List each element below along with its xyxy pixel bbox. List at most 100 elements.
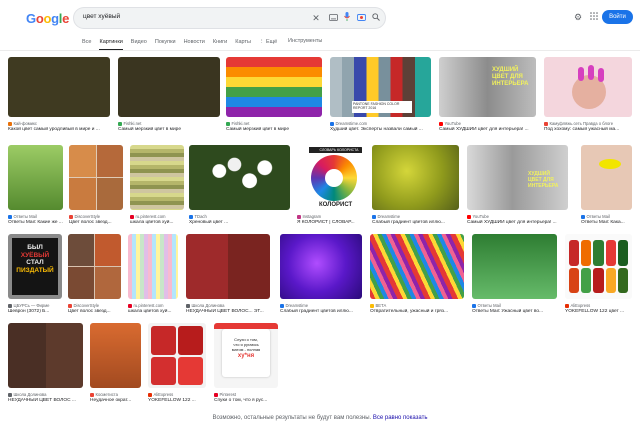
result-thumbnail[interactable] [544, 57, 632, 117]
result-title[interactable]: Хреновый цвет ... [189, 220, 290, 225]
result-thumbnail[interactable] [8, 145, 63, 210]
result-source[interactable]: Школа Долинова [8, 392, 83, 397]
tab-6[interactable]: Карты [235, 38, 251, 50]
result-thumbnail[interactable] [118, 57, 220, 117]
result-source[interactable]: Dreamstime [372, 214, 459, 219]
result-thumbnail[interactable] [186, 234, 270, 299]
result-thumbnail[interactable]: PANTONE FASHION COLOR REPORT 2016 [330, 57, 431, 117]
result-title[interactable]: Шеврон (3072) Б... [8, 309, 62, 314]
result-thumbnail[interactable] [8, 57, 110, 117]
result-title[interactable]: НЕУДАЧНЫЙ ЦВЕТ ВОЛОС... ЭТ... [186, 309, 270, 314]
result-thumbnail[interactable]: СЛОВАРЬ КОЛОРИСТА КОЛОРИСТ [297, 145, 362, 210]
result-thumbnail[interactable] [226, 57, 322, 117]
result-thumbnail[interactable]: Слухи о том, что я ругаюсь матом - полная х… [214, 323, 278, 388]
result-source[interactable]: Dreamstime.com [330, 121, 431, 126]
result-title[interactable]: шкала цветов хуй... [130, 220, 184, 225]
result-source[interactable]: TDach [189, 214, 290, 219]
result-thumbnail[interactable] [68, 234, 121, 299]
result-source[interactable]: ru.pinterest.com [130, 214, 184, 219]
result-title[interactable]: Ответы Mail: Какие же ... [8, 220, 63, 225]
result-title[interactable]: Ответы Mail: Ужасный цвет во... [472, 309, 557, 314]
result-source[interactable]: Кай-фомикс [8, 121, 110, 126]
google-logo[interactable]: Google [26, 11, 69, 26]
tab-4[interactable]: Новости [184, 38, 205, 50]
result-source[interactable]: Pinterest [214, 392, 278, 397]
apps-grid-icon[interactable] [588, 11, 600, 23]
tab-0[interactable]: Все [82, 38, 91, 50]
show-all-link[interactable]: Все равно показать [373, 415, 428, 421]
settings-gear-icon[interactable]: ⚙ [572, 11, 584, 23]
result-source[interactable]: ЦБУРСь — Фирме [8, 303, 62, 308]
microphone-icon[interactable] [341, 12, 353, 24]
result-thumbnail[interactable] [8, 323, 83, 388]
result-source[interactable]: YouTube [467, 214, 568, 219]
result-title[interactable]: Самый ХУДШИЙ цвет для интерьера! ... [467, 220, 568, 225]
result-source[interactable]: ВЕТА [370, 303, 464, 308]
result-thumbnail[interactable] [128, 234, 178, 299]
result-thumbnail[interactable]: ХУДШИЙ ЦВЕТ ДЛЯ ИНТЕРЬЕРА [439, 57, 536, 117]
tab-1[interactable]: Картинки [99, 38, 123, 50]
result-source[interactable]: Dreamstime [280, 303, 362, 308]
tab-7[interactable]: ⋮ Ещё [259, 38, 277, 50]
tab-2[interactable]: Видео [131, 38, 147, 50]
result-source[interactable]: YouTube [439, 121, 536, 126]
result-source[interactable]: Instagram [297, 214, 362, 219]
result-title[interactable]: Цвет волос звезд... [68, 309, 121, 314]
clear-icon[interactable]: ✕ [310, 12, 322, 24]
result-title[interactable]: шкала цветов хуй... [128, 309, 178, 314]
result-title[interactable]: Я КОЛОРИСТ | СЛОВАР... [297, 220, 362, 225]
result-thumbnail[interactable] [372, 145, 459, 210]
result-source[interactable]: Ответы Mail [472, 303, 557, 308]
result-thumbnail[interactable] [370, 234, 464, 299]
result-title[interactable]: Какой цвет самый уродливый в мире и ... [8, 127, 110, 132]
result-title[interactable]: Ответы Mail: Кака... [581, 220, 632, 225]
result-title[interactable]: Под хохому: самый ужасный ма... [544, 127, 632, 132]
result-source[interactable]: ru.pinterest.com [128, 303, 178, 308]
keyboard-icon[interactable] [327, 12, 339, 24]
result-source[interactable]: AliExpress [148, 392, 206, 397]
result-thumbnail[interactable] [472, 234, 557, 299]
camera-search-icon[interactable] [355, 12, 367, 24]
signin-button[interactable]: Войти [602, 10, 633, 24]
search-box[interactable]: цвет хуёвый ✕ [74, 8, 385, 28]
result-source[interactable]: Fishki.net [226, 121, 322, 126]
result-thumbnail[interactable] [280, 234, 362, 299]
tab-3[interactable]: Покупки [155, 38, 176, 50]
result-title[interactable]: Самый мерзкий цвет в мире [118, 127, 220, 132]
result-source[interactable]: Ответы Mail [581, 214, 632, 219]
tab-5[interactable]: Книги [213, 38, 227, 50]
result-title[interactable]: Цвет волос звезд... [69, 220, 123, 225]
result-title[interactable]: YOKEFELLOW 122 ... [148, 398, 206, 403]
result-thumbnail[interactable] [130, 145, 184, 210]
result-title[interactable]: Слабый градиент цветов иллю... [372, 220, 459, 225]
result-thumbnail[interactable] [581, 145, 632, 210]
result-title[interactable]: Самый мерзкий цвет в мире [226, 127, 322, 132]
result-thumbnail[interactable]: БЫЛ ХУЁВЫЙ СТАЛ ПИЗДАТЫЙ [8, 234, 62, 299]
result-thumbnail[interactable]: ХУДШИЙ ЦВЕТ ДЛЯ ИНТЕРЬЕРА [467, 145, 568, 210]
result-source[interactable]: Камуфляжь.сеть Правда о блоге [544, 121, 632, 126]
search-icon[interactable] [370, 12, 382, 24]
result-thumbnail[interactable] [148, 323, 206, 388]
result-source[interactable]: Школа Долинова [186, 303, 270, 308]
result-title[interactable]: Отвратительный, ужасный и гряз... [370, 309, 464, 314]
result-source-label: ru.pinterest.com [135, 214, 166, 219]
result-thumbnail[interactable] [565, 234, 632, 299]
result-title[interactable]: Слабый градиент цветов иллю... [280, 309, 362, 314]
result-thumbnail[interactable] [69, 145, 123, 210]
result-title[interactable]: НЕУДАЧНЫЙ ЦВЕТ ВОЛОС ... [8, 398, 83, 403]
result-title[interactable]: YOKEFELLOW 122 цвет ... [565, 309, 632, 314]
result-title[interactable]: Спуки о том, что я рус... [214, 398, 278, 403]
result-source[interactable]: AliExpress [565, 303, 632, 308]
result-source[interactable]: DiscoverStyle [69, 214, 123, 219]
result-thumbnail[interactable] [90, 323, 141, 388]
search-input[interactable]: цвет хуёвый [83, 13, 120, 20]
result-source[interactable]: Fishki.net [118, 121, 220, 126]
result-source[interactable]: DiscoverStyle [68, 303, 121, 308]
result-source[interactable]: Ответы Mail [8, 214, 63, 219]
result-thumbnail[interactable] [189, 145, 290, 210]
result-title[interactable]: Самый ХУДШИЙ цвет для интерьера! ... [439, 127, 536, 132]
result-source[interactable]: Косметиста [90, 392, 141, 397]
result-title[interactable]: Неудачное ократ... [90, 398, 141, 403]
tools-button[interactable]: Инструменты [288, 38, 322, 44]
result-title[interactable]: Худший цвет. Эксперты назвали самый ... [330, 127, 431, 132]
